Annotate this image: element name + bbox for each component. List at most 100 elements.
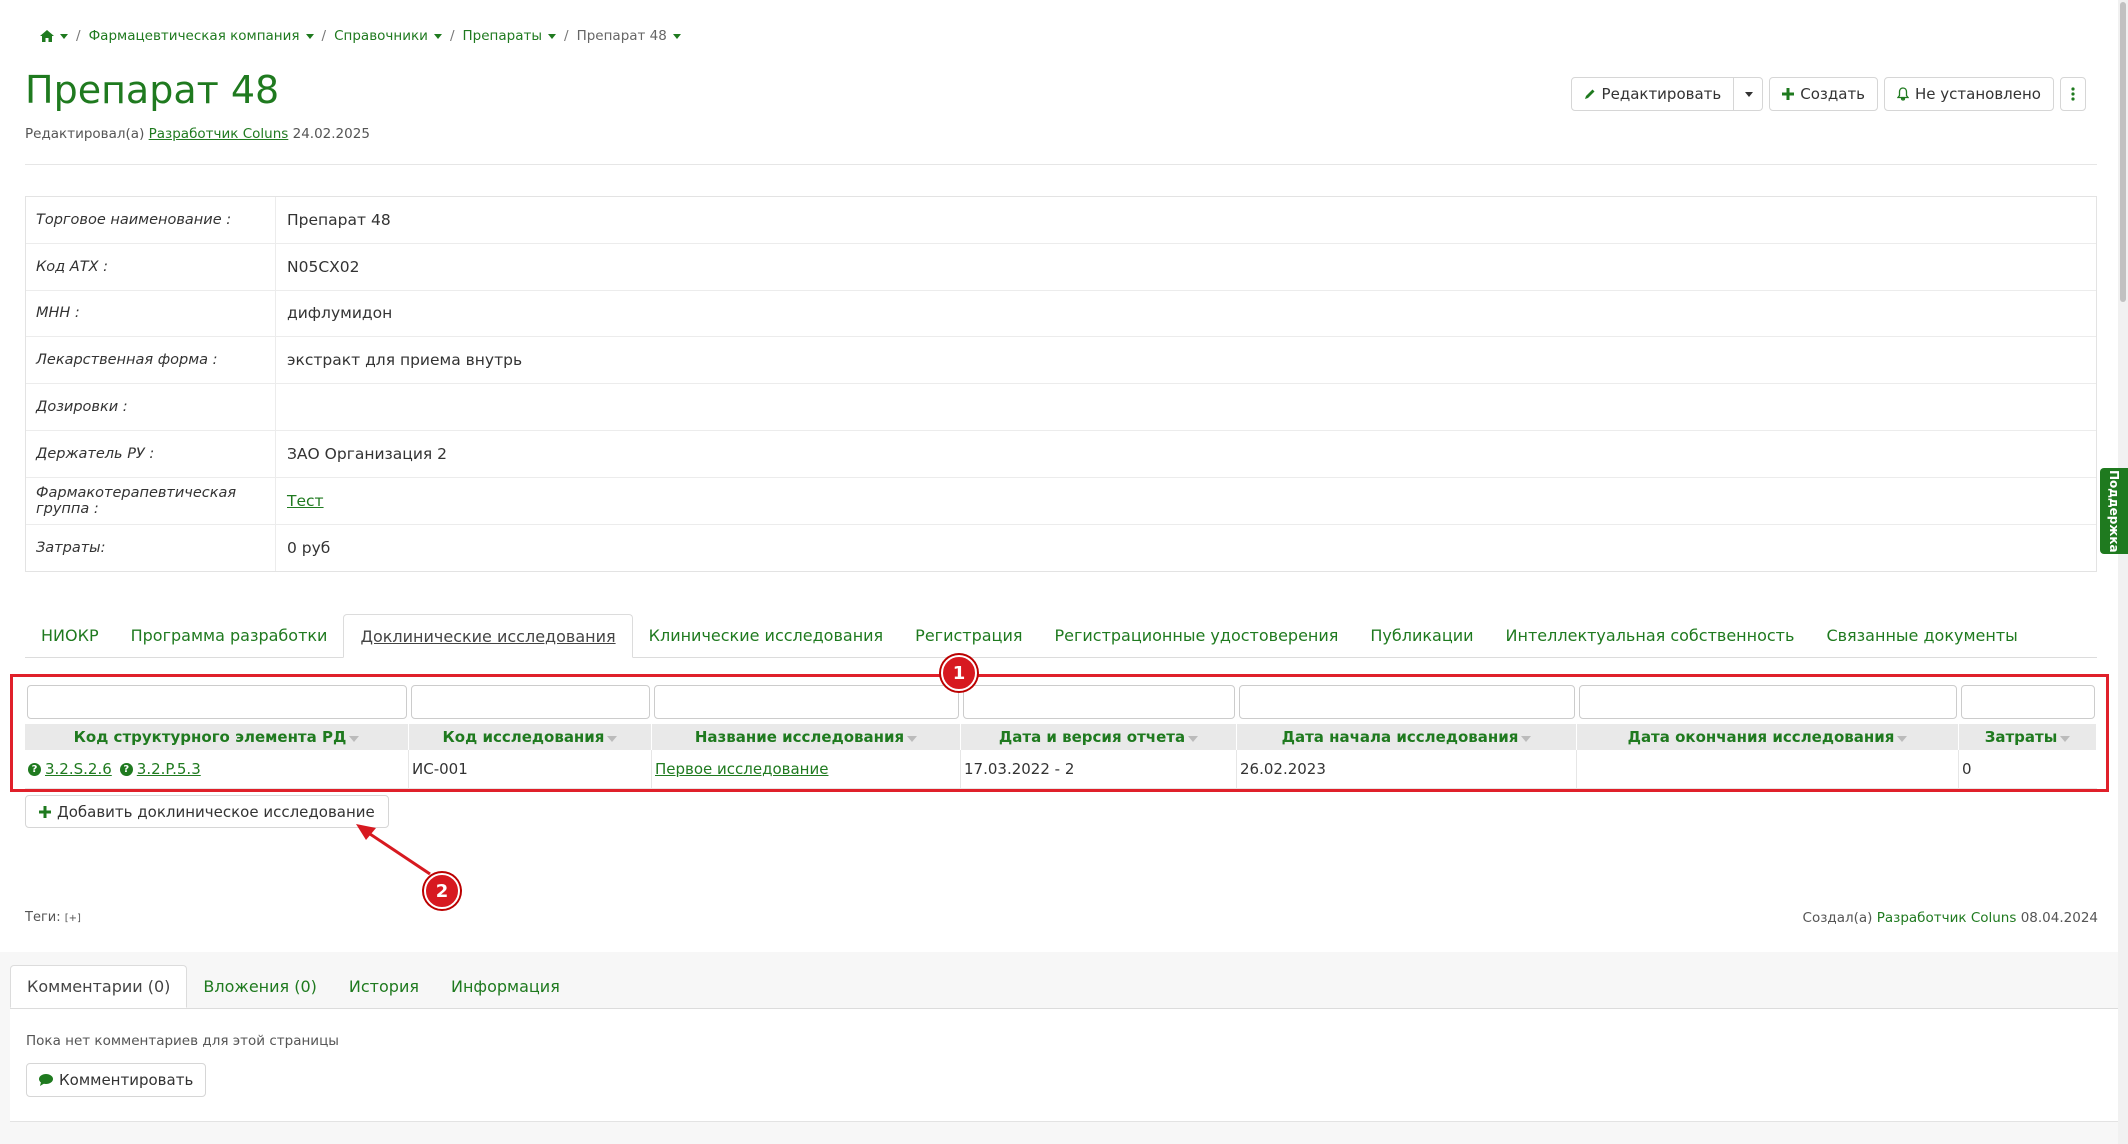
edit-button-group: Редактировать: [1570, 77, 1764, 111]
scrollbar[interactable]: [2118, 0, 2128, 1144]
add-study-label: Добавить доклиническое исследование: [57, 802, 375, 821]
tab-preclinical[interactable]: Доклинические исследования: [343, 614, 633, 658]
tab-niokr[interactable]: НИОКР: [25, 614, 115, 657]
notification-button-label: Не установлено: [1915, 85, 2041, 103]
comments-section: Комментарии (0) Вложения (0) История Инф…: [0, 952, 2128, 1144]
tab-attachments[interactable]: Вложения (0): [187, 965, 332, 1008]
info-row: Фармакотерапевтическая группа : Тест: [26, 477, 2096, 525]
chevron-down-icon: [433, 33, 442, 39]
tab-information[interactable]: Информация: [435, 965, 576, 1008]
page-title: Препарат 48: [25, 68, 280, 112]
annotation-marker-1: 1: [941, 655, 977, 691]
edited-date: 24.02.2025: [292, 126, 370, 142]
info-row: Торговое наименование : Препарат 48: [26, 197, 2096, 244]
tags-label: Теги:: [25, 910, 61, 925]
speech-bubble-icon: [39, 1074, 53, 1086]
info-row: МНН : дифлумидон: [26, 290, 2096, 338]
tab-ip[interactable]: Интеллектуальная собственность: [1490, 614, 1811, 657]
plus-icon: [1782, 88, 1795, 100]
tab-history[interactable]: История: [333, 965, 435, 1008]
scrollbar-thumb[interactable]: [2120, 2, 2126, 302]
edited-info: Редактировал(а) Разработчик Coluns 24.02…: [25, 126, 370, 142]
chevron-down-icon: [1745, 91, 1754, 97]
breadcrumb-separator: /: [321, 28, 327, 44]
edit-dropdown-button[interactable]: [1734, 77, 1764, 111]
info-value: экстракт для приема внутрь: [287, 351, 523, 370]
edit-button[interactable]: Редактировать: [1570, 77, 1735, 111]
info-value: Тест: [276, 478, 324, 524]
breadcrumb-home[interactable]: [40, 30, 68, 42]
support-tab[interactable]: Поддержка: [2100, 468, 2128, 554]
info-value: дифлумидон: [287, 304, 393, 323]
info-row: Держатель РУ : ЗАО Организация 2: [26, 430, 2096, 478]
tab-comments[interactable]: Комментарии (0): [10, 965, 188, 1008]
more-options-button[interactable]: [2060, 77, 2086, 111]
chevron-down-icon: [672, 33, 681, 39]
add-tag-link[interactable]: [+]: [65, 913, 81, 924]
chevron-down-icon: [548, 33, 556, 39]
breadcrumb: / Фармацевтическая компания / Справочник…: [40, 28, 681, 44]
add-preclinical-study-button[interactable]: Добавить доклиническое исследование: [25, 795, 389, 828]
breadcrumb-item-drugs[interactable]: Препараты: [462, 28, 556, 44]
annotation-marker-2: 2: [424, 873, 460, 909]
tab-publications[interactable]: Публикации: [1354, 614, 1489, 657]
info-value: ЗАО Организация 2: [287, 444, 448, 463]
section-tabs: НИОКР Программа разработки Доклинические…: [25, 614, 2097, 658]
info-value: [276, 384, 287, 430]
info-value: 0 руб: [287, 538, 331, 557]
breadcrumb-label: Справочники: [334, 28, 428, 44]
tab-dev-program[interactable]: Программа разработки: [115, 614, 344, 657]
info-label: Затраты:: [26, 524, 276, 572]
breadcrumb-label: Фармацевтическая компания: [88, 28, 300, 44]
toolbar: Редактировать Создать Не установлено: [1570, 77, 2086, 111]
breadcrumb-separator: /: [564, 28, 569, 44]
notification-button[interactable]: Не установлено: [1884, 77, 2054, 111]
info-label: Дозировки :: [26, 384, 276, 430]
tab-clinical[interactable]: Клинические исследования: [633, 614, 900, 657]
info-row: Затраты: 0 руб: [26, 524, 2096, 572]
chevron-down-icon: [60, 33, 68, 39]
divider: [25, 164, 2097, 165]
breadcrumb-label: Препараты: [462, 28, 543, 44]
comment-button-label: Комментировать: [59, 1071, 194, 1089]
comments-tabs: Комментарии (0) Вложения (0) История Инф…: [10, 965, 576, 1008]
info-row: Код АТХ : N05CX02: [26, 243, 2096, 291]
info-label: Держатель РУ :: [26, 430, 276, 477]
info-row: Лекарственная форма : экстракт для приема…: [26, 337, 2096, 385]
info-value: N05CX02: [287, 257, 360, 276]
no-comments-text: Пока нет комментариев для этой страницы: [26, 1033, 339, 1049]
info-row: Дозировки :: [26, 384, 2096, 431]
breadcrumb-separator: /: [449, 28, 455, 44]
breadcrumb-item-directories[interactable]: Справочники: [334, 28, 442, 44]
tags: Теги: [+]: [25, 910, 81, 925]
comments-panel: Пока нет комментариев для этой страницы …: [10, 1008, 2128, 1122]
edited-user-link[interactable]: Разработчик Coluns: [149, 126, 289, 142]
breadcrumb-item-company[interactable]: Фармацевтическая компания: [89, 28, 314, 44]
info-label: МНН :: [26, 290, 276, 337]
info-label: Фармакотерапевтическая группа :: [26, 477, 276, 524]
breadcrumb-current[interactable]: Препарат 48: [577, 28, 681, 44]
info-value: Препарат 48: [287, 210, 391, 229]
plus-icon: [39, 805, 51, 818]
annotation-highlight-box: [10, 674, 2109, 792]
edit-button-label: Редактировать: [1601, 85, 1722, 103]
created-info: Создал(а) Разработчик Coluns 08.04.2024: [1803, 910, 2098, 926]
tab-registration[interactable]: Регистрация: [899, 614, 1038, 657]
kebab-menu-icon: [2071, 87, 2075, 101]
info-label: Торговое наименование :: [26, 197, 276, 243]
created-prefix: Создал(а): [1802, 910, 1873, 926]
created-date: 08.04.2024: [2020, 910, 2098, 926]
pharm-group-link[interactable]: Тест: [287, 492, 324, 510]
home-icon: [40, 30, 54, 42]
tab-related-docs[interactable]: Связанные документы: [1810, 614, 2033, 657]
support-label: Поддержка: [2107, 469, 2121, 553]
breadcrumb-label: Препарат 48: [576, 28, 667, 44]
create-button[interactable]: Создать: [1769, 77, 1879, 111]
tab-registration-certificates[interactable]: Регистрационные удостоверения: [1038, 614, 1354, 657]
comment-button[interactable]: Комментировать: [26, 1063, 207, 1097]
info-label: Код АТХ :: [26, 243, 276, 290]
edited-prefix: Редактировал(а): [25, 126, 145, 142]
pencil-icon: [1584, 89, 1595, 99]
breadcrumb-separator: /: [76, 28, 81, 44]
created-user-link[interactable]: Разработчик Coluns: [1877, 910, 2017, 926]
